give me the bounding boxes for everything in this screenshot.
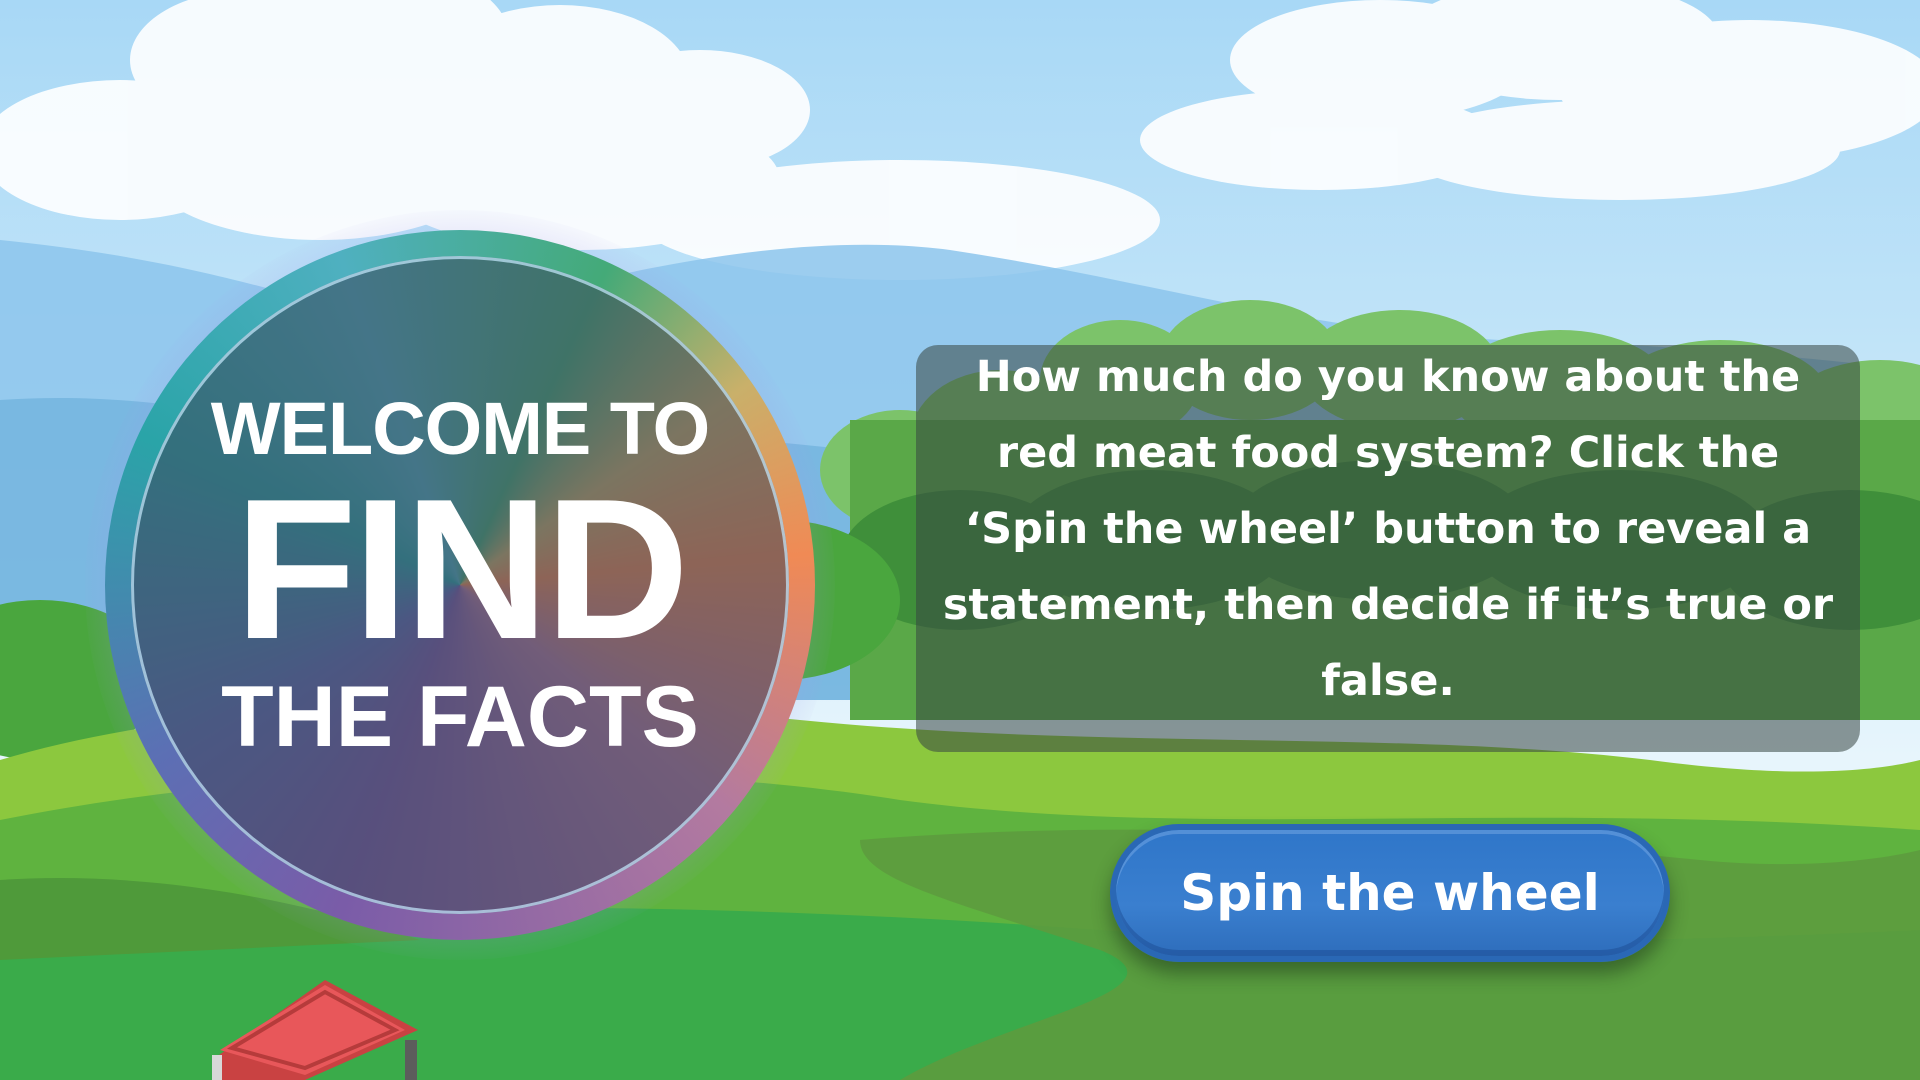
welcome-title-line2: FIND <box>234 458 690 681</box>
spin-the-wheel-button[interactable]: Spin the wheel <box>1110 824 1670 962</box>
instructions-text: How much do you know about the red meat … <box>942 351 1834 706</box>
game-scene: WELCOME TO FIND THE FACTS How much do yo… <box>0 0 1920 1080</box>
badge-inner-circle: WELCOME TO FIND THE FACTS <box>131 256 789 914</box>
welcome-title-line1: WELCOME TO <box>210 387 710 470</box>
clouds <box>0 0 1920 280</box>
welcome-badge: WELCOME TO FIND THE FACTS <box>85 210 835 960</box>
welcome-title-line3: THE FACTS <box>221 669 699 765</box>
instructions-panel: How much do you know about the red meat … <box>916 345 1860 752</box>
